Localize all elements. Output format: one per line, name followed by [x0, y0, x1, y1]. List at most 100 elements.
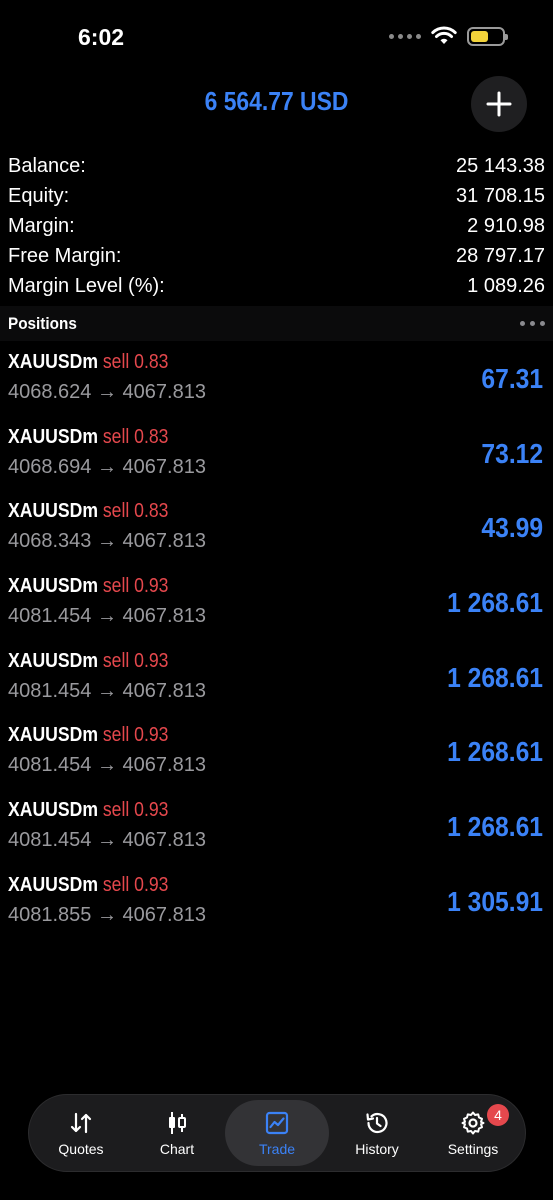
position-prices: 4068.694 → 4067.813 — [8, 456, 206, 479]
arrow-right-icon: → — [96, 605, 117, 628]
summary-value: 31 708.15 — [456, 184, 545, 207]
summary-row: Equity: 31 708.15 — [8, 181, 545, 211]
tab-label: Quotes — [58, 1140, 104, 1157]
summary-label: Free Margin: — [8, 244, 122, 267]
position-symbol: XAUUSDm — [8, 799, 98, 822]
position-profit: 67.31 — [481, 363, 543, 394]
position-side-volume: sell 0.83 — [102, 425, 169, 448]
current-price: 4067.813 — [122, 829, 206, 852]
bottom-tab-bar: Quotes Chart Trade History Settings 4 — [28, 1094, 526, 1172]
open-price: 4081.454 — [8, 605, 92, 628]
position-row[interactable]: XAUUSDm sell 0.93 4081.855 → 4067.813 1 30… — [0, 868, 553, 943]
open-price: 4068.624 — [8, 381, 92, 403]
position-side-volume: sell 0.83 — [102, 351, 169, 373]
current-price: 4067.813 — [122, 530, 206, 553]
position-row[interactable]: XAUUSDm sell 0.83 4068.624 → 4067.813 67.3… — [0, 345, 553, 420]
position-header: XAUUSDm sell 0.93 — [8, 575, 168, 598]
position-symbol: XAUUSDm — [8, 351, 98, 373]
position-profit: 1 268.61 — [447, 661, 543, 693]
history-icon — [366, 1112, 388, 1133]
arrow-right-icon: → — [96, 903, 117, 926]
position-row[interactable]: XAUUSDm sell 0.93 4081.454 → 4067.813 1 26… — [0, 644, 553, 719]
open-price: 4081.454 — [8, 829, 92, 852]
position-header: XAUUSDm sell 0.93 — [8, 650, 168, 673]
position-prices: 4081.454 → 4067.813 — [8, 754, 206, 777]
status-bar: 6:02 — [0, 0, 553, 76]
quotes-icon — [70, 1112, 92, 1133]
position-profit: 1 268.61 — [447, 736, 543, 768]
position-symbol: XAUUSDm — [8, 500, 98, 523]
summary-row: Margin: 2 910.98 — [8, 211, 545, 241]
position-side-volume: sell 0.93 — [102, 575, 169, 598]
tab-label: Chart — [159, 1140, 195, 1157]
position-profit: 73.12 — [481, 437, 543, 469]
positions-list: XAUUSDm sell 0.83 4068.624 → 4067.813 67.3… — [0, 345, 553, 943]
current-price: 4067.813 — [122, 903, 206, 926]
position-row[interactable]: XAUUSDm sell 0.93 4081.454 → 4067.813 1 26… — [0, 569, 553, 644]
battery-icon — [467, 26, 508, 46]
tab-chart[interactable]: Chart — [129, 1100, 225, 1166]
summary-label: Margin: — [8, 214, 75, 237]
summary-value: 2 910.98 — [467, 214, 545, 237]
tab-quotes[interactable]: Quotes — [33, 1100, 129, 1166]
position-side-volume: sell 0.83 — [102, 500, 169, 523]
new-order-button[interactable] — [471, 76, 527, 132]
summary-row: Balance: 25 143.38 — [8, 151, 545, 181]
position-prices: 4068.343 → 4067.813 — [8, 530, 206, 553]
current-price: 4067.813 — [122, 605, 206, 628]
arrow-right-icon: → — [96, 455, 117, 478]
tab-label: History — [355, 1140, 399, 1157]
position-header: XAUUSDm sell 0.83 — [8, 426, 168, 449]
position-profit: 1 268.61 — [447, 587, 543, 619]
wifi-icon — [431, 26, 457, 44]
candlestick-icon — [169, 1111, 186, 1134]
position-row[interactable]: XAUUSDm sell 0.93 4081.454 → 4067.813 1 26… — [0, 718, 553, 793]
position-side-volume: sell 0.93 — [102, 649, 169, 672]
position-profit: 1 268.61 — [447, 811, 543, 843]
position-header: XAUUSDm sell 0.93 — [8, 724, 168, 747]
tab-settings[interactable]: Settings 4 — [425, 1100, 521, 1166]
summary-label: Equity: — [8, 184, 70, 207]
open-price: 4081.454 — [8, 754, 92, 777]
position-side-volume: sell 0.93 — [102, 873, 169, 896]
summary-value: 25 143.38 — [456, 154, 545, 177]
status-time: 6:02 — [78, 24, 125, 50]
summary-row: Margin Level (%): 1 089.26 — [8, 271, 545, 301]
position-header: XAUUSDm sell 0.83 — [8, 500, 168, 523]
arrow-right-icon: → — [96, 530, 117, 553]
current-price: 4067.813 — [122, 679, 206, 702]
position-symbol: XAUUSDm — [8, 873, 98, 896]
tab-trade[interactable]: Trade — [225, 1100, 329, 1166]
account-equity-header: 6 564.77 USD — [204, 86, 349, 116]
trade-chart-icon — [265, 1111, 289, 1134]
position-header: XAUUSDm sell 0.93 — [8, 799, 168, 822]
arrow-right-icon: → — [96, 829, 117, 852]
position-symbol: XAUUSDm — [8, 575, 98, 598]
current-price: 4067.813 — [122, 381, 206, 403]
summary-row: Free Margin: 28 797.17 — [8, 241, 545, 271]
position-prices: 4081.454 → 4067.813 — [8, 829, 206, 852]
position-row[interactable]: XAUUSDm sell 0.83 4068.343 → 4067.813 43.9… — [0, 494, 553, 569]
summary-value: 1 089.26 — [467, 274, 545, 297]
tab-label: Settings — [447, 1140, 499, 1157]
tab-history[interactable]: History — [329, 1100, 425, 1166]
position-prices: 4081.855 → 4067.813 — [8, 904, 206, 927]
positions-title: Positions — [8, 313, 77, 333]
arrow-right-icon: → — [96, 754, 117, 777]
status-indicators — [389, 26, 508, 46]
position-row[interactable]: XAUUSDm sell 0.83 4068.694 → 4067.813 73.1… — [0, 420, 553, 495]
position-side-volume: sell 0.93 — [102, 799, 169, 822]
position-prices: 4081.454 → 4067.813 — [8, 680, 206, 703]
position-header: XAUUSDm sell 0.93 — [8, 874, 168, 897]
more-options-icon[interactable] — [520, 321, 545, 326]
summary-label: Balance: — [8, 154, 86, 177]
position-symbol: XAUUSDm — [8, 649, 98, 672]
position-prices: 4068.624 → 4067.813 — [8, 381, 206, 404]
current-price: 4067.813 — [122, 455, 206, 478]
account-summary: Balance: 25 143.38 Equity: 31 708.15 Margin:… — [8, 151, 545, 301]
open-price: 4068.694 — [8, 455, 92, 478]
position-profit: 43.99 — [481, 512, 543, 544]
position-row[interactable]: XAUUSDm sell 0.93 4081.454 → 4067.813 1 26… — [0, 793, 553, 868]
positions-section-header: Positions — [0, 306, 553, 341]
position-prices: 4081.454 → 4067.813 — [8, 605, 206, 628]
